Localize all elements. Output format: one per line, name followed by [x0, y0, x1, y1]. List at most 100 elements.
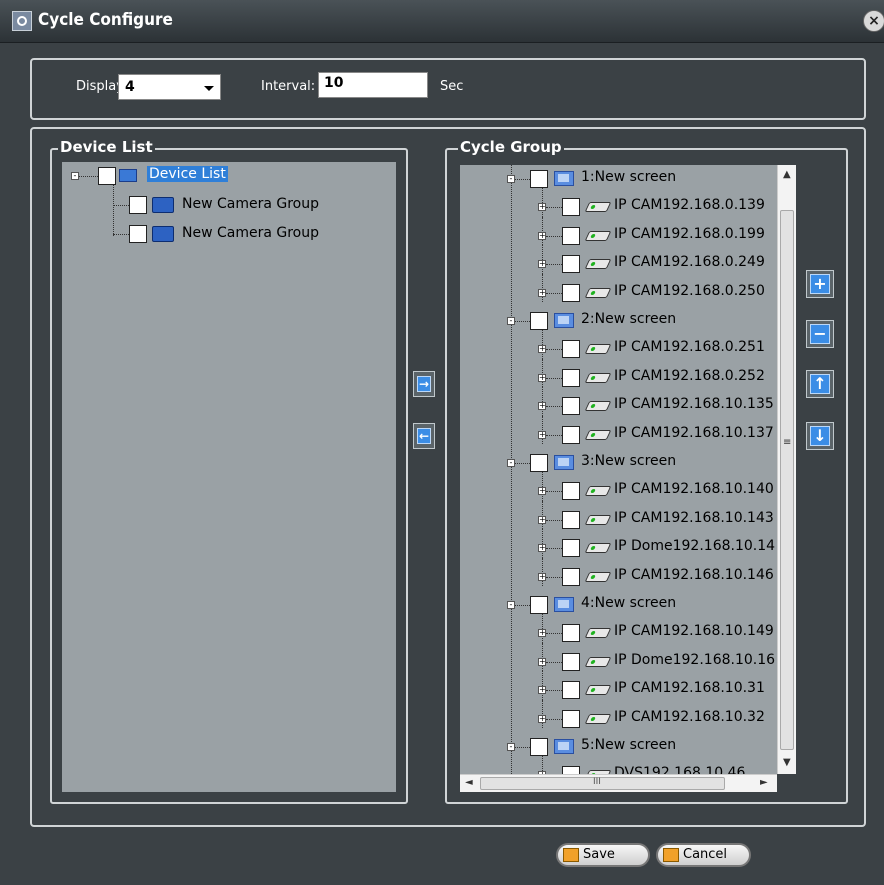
device-label[interactable]: IP CAM192.168.10.31 — [614, 680, 765, 696]
device-checkbox[interactable] — [562, 652, 580, 671]
screen-label[interactable]: 2:New screen — [581, 311, 676, 327]
screen-checkbox[interactable] — [530, 170, 548, 188]
add-to-group-button[interactable]: → — [413, 371, 435, 397]
expand-icon[interactable]: + — [538, 231, 546, 240]
device-label[interactable]: IP CAM192.168.0.251 — [614, 339, 765, 355]
expand-icon[interactable]: + — [538, 544, 546, 553]
expand-icon[interactable]: + — [538, 288, 546, 297]
expand-icon[interactable]: + — [538, 714, 546, 723]
device-list-root-label[interactable]: Device List — [147, 166, 228, 182]
tree-line — [515, 747, 530, 748]
screen-label[interactable]: 1:New screen — [581, 169, 676, 185]
device-label[interactable]: IP CAM192.168.10.140 — [614, 481, 774, 497]
scroll-right-icon[interactable]: ► — [760, 777, 768, 788]
collapse-icon[interactable]: - — [71, 172, 79, 180]
collapse-icon[interactable]: - — [507, 459, 515, 467]
collapse-icon[interactable]: - — [507, 317, 515, 325]
cancel-icon — [663, 848, 679, 862]
expand-icon[interactable]: + — [538, 572, 546, 581]
camera-group-checkbox[interactable] — [129, 225, 147, 243]
device-checkbox[interactable] — [562, 482, 580, 501]
tree-line — [515, 321, 530, 322]
device-checkbox[interactable] — [562, 624, 580, 643]
device-checkbox[interactable] — [562, 255, 580, 274]
expand-icon[interactable]: + — [538, 487, 546, 496]
expand-icon[interactable]: + — [538, 402, 546, 411]
scroll-down-icon[interactable]: ▼ — [783, 757, 791, 768]
expand-icon[interactable]: + — [538, 657, 546, 666]
camera-icon — [584, 571, 612, 582]
camera-group-label[interactable]: New Camera Group — [182, 196, 319, 212]
save-button[interactable]: Save — [556, 843, 650, 867]
device-checkbox[interactable] — [562, 681, 580, 700]
expand-icon[interactable]: + — [538, 345, 546, 354]
device-label[interactable]: IP CAM192.168.10.143 — [614, 510, 774, 526]
cancel-button[interactable]: Cancel — [656, 843, 751, 867]
device-checkbox[interactable] — [562, 368, 580, 387]
add-screen-button[interactable]: + — [806, 270, 834, 298]
expand-icon[interactable]: + — [538, 260, 546, 269]
display-select[interactable]: 4 — [118, 74, 221, 100]
device-label[interactable]: IP CAM192.168.0.250 — [614, 283, 765, 299]
device-checkbox[interactable] — [562, 198, 580, 217]
screen-checkbox[interactable] — [530, 738, 548, 756]
camera-group-label[interactable]: New Camera Group — [182, 225, 319, 241]
device-checkbox[interactable] — [562, 226, 580, 245]
cycle-group-tree[interactable]: - 1:New screen + IP CAM192.168.0.139 + IP CAM… — [460, 165, 777, 774]
collapse-icon[interactable]: - — [507, 743, 515, 751]
device-checkbox[interactable] — [562, 709, 580, 728]
arrow-down-icon: ↓ — [810, 426, 830, 446]
expand-icon[interactable]: + — [538, 686, 546, 695]
collapse-icon[interactable]: - — [507, 175, 515, 183]
tree-line — [113, 205, 129, 206]
device-label[interactable]: DVS192.168.10.46 — [614, 765, 745, 774]
device-label[interactable]: IP CAM192.168.0.199 — [614, 226, 765, 242]
screen-label[interactable]: 3:New screen — [581, 453, 676, 469]
screen-label[interactable]: 4:New screen — [581, 595, 676, 611]
move-up-button[interactable]: ↑ — [806, 370, 834, 398]
expand-icon[interactable]: + — [538, 203, 546, 212]
device-checkbox[interactable] — [562, 425, 580, 444]
interval-input[interactable]: 10 — [318, 72, 428, 98]
expand-icon[interactable]: + — [538, 373, 546, 382]
device-checkbox[interactable] — [562, 283, 580, 302]
device-checkbox[interactable] — [562, 397, 580, 416]
camera-group-checkbox[interactable] — [129, 196, 147, 214]
expand-icon[interactable]: + — [538, 515, 546, 524]
vertical-scrollbar[interactable]: ▲ ≡ ▼ — [777, 165, 796, 774]
screen-label[interactable]: 5:New screen — [581, 737, 676, 753]
close-button[interactable]: × — [863, 10, 884, 32]
device-label[interactable]: IP CAM192.168.10.32 — [614, 709, 765, 725]
device-label[interactable]: IP CAM192.168.0.249 — [614, 254, 765, 270]
device-checkbox[interactable] — [562, 539, 580, 558]
remove-screen-button[interactable]: − — [806, 320, 834, 348]
device-checkbox[interactable] — [562, 766, 580, 774]
scroll-thumb[interactable]: III — [480, 777, 725, 790]
screen-checkbox[interactable] — [530, 596, 548, 614]
device-checkbox[interactable] — [562, 340, 580, 359]
device-checkbox[interactable] — [562, 567, 580, 586]
expand-icon[interactable]: + — [538, 629, 546, 638]
move-down-button[interactable]: ↓ — [806, 422, 834, 450]
device-label[interactable]: IP CAM192.168.10.149 — [614, 623, 774, 639]
folder-icon — [152, 197, 174, 213]
expand-icon[interactable]: + — [538, 430, 546, 439]
scroll-left-icon[interactable]: ◄ — [465, 777, 473, 788]
device-label[interactable]: IP CAM192.168.0.139 — [614, 197, 765, 213]
scroll-up-icon[interactable]: ▲ — [783, 169, 791, 180]
device-label[interactable]: IP CAM192.168.10.137 — [614, 425, 774, 441]
device-list-tree[interactable]: - Device List New Camera Group New Camer… — [62, 162, 396, 792]
device-checkbox[interactable] — [562, 510, 580, 529]
device-label[interactable]: IP CAM192.168.10.146 — [614, 567, 774, 583]
device-label[interactable]: IP CAM192.168.10.135 — [614, 396, 774, 412]
screen-checkbox[interactable] — [530, 312, 548, 330]
horizontal-scrollbar[interactable]: ◄ III ► — [460, 774, 777, 792]
device-label[interactable]: IP CAM192.168.0.252 — [614, 368, 765, 384]
remove-from-group-button[interactable]: ← — [413, 423, 435, 449]
scroll-thumb[interactable] — [780, 210, 794, 750]
device-label[interactable]: IP Dome192.168.10.14 — [614, 538, 775, 554]
collapse-icon[interactable]: - — [507, 601, 515, 609]
device-label[interactable]: IP Dome192.168.10.16 — [614, 652, 775, 668]
device-list-checkbox[interactable] — [98, 167, 116, 185]
screen-checkbox[interactable] — [530, 454, 548, 472]
